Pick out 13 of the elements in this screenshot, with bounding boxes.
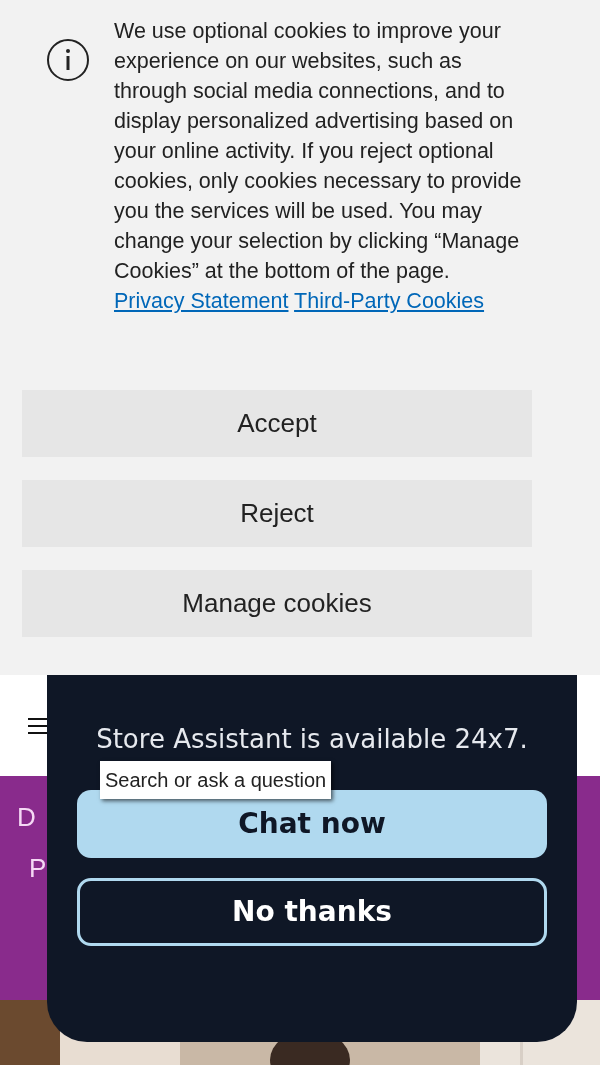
info-icon [46,38,90,82]
cookie-link[interactable]: Privacy Statement [114,289,289,313]
cookie-button[interactable]: Reject [22,480,532,547]
dialog-button[interactable]: No thanks [77,878,547,946]
promo-text: D [17,801,36,834]
dialog-message: Store Assistant is available 24x7. [96,723,528,756]
cookie-link[interactable]: Third-Party Cookies [294,289,485,313]
cookie-notice-text: We use optional cookies to improve your experience on our websites, such as through social media connections, and to display personalized advertising based on your online activity. If you reject optional cookies, only cookies necessary to provide you the services will be used. You may change your selection by clicking “Manage Cookies” at the bottom of the page. Privacy Statement Third-Party Cookies [114,18,523,315]
cookie-button[interactable]: Manage cookies [22,570,532,637]
tooltip: Search or ask a question [100,761,332,799]
dialog-button[interactable]: Chat now [77,790,547,858]
promo-text: P [29,852,47,885]
cookie-button[interactable]: Accept [22,390,532,457]
